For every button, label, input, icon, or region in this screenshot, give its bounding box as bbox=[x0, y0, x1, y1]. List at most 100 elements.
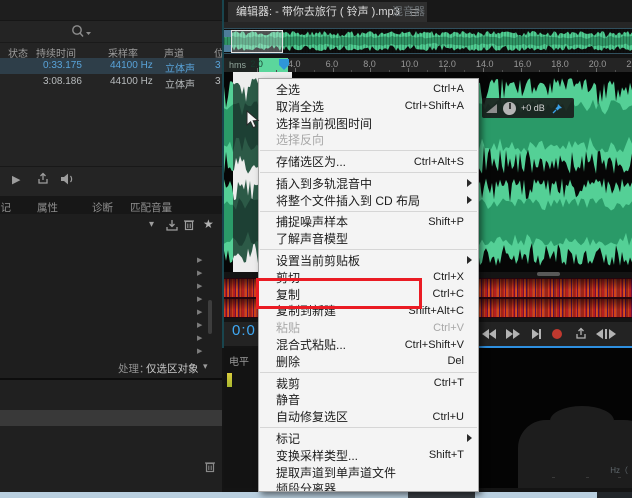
files-panel-header-strip bbox=[0, 0, 222, 21]
highlight-annotation-box bbox=[256, 278, 422, 309]
speaker-icon[interactable] bbox=[60, 172, 76, 186]
menu-item[interactable]: 将整个文件插入到 CD 布局 bbox=[259, 192, 478, 209]
tree-expand-arrow[interactable]: ▶ bbox=[197, 295, 202, 303]
menu-item[interactable]: 捕捉噪声样本 Shift+P bbox=[259, 214, 478, 231]
search-icon[interactable] bbox=[70, 24, 94, 38]
menu-item-label: 裁剪 bbox=[276, 376, 301, 391]
submenu-arrow-icon bbox=[467, 256, 472, 265]
menu-item-label: 取消全选 bbox=[276, 99, 325, 114]
scrollbar-thumb[interactable] bbox=[208, 300, 212, 334]
menu-separator bbox=[260, 371, 477, 373]
tree-expand-arrow[interactable]: ▶ bbox=[197, 334, 202, 342]
menu-item-label: 粘贴 bbox=[276, 321, 301, 336]
levels-label: 电平 bbox=[229, 357, 249, 368]
tree-expand-arrow[interactable]: ▶ bbox=[197, 282, 202, 290]
panel-divider-handle[interactable] bbox=[537, 272, 560, 276]
menu-item-label: 将整个文件插入到 CD 布局 bbox=[276, 193, 421, 208]
menu-item[interactable]: 粘贴 Ctrl+V bbox=[259, 319, 478, 336]
taskbar-window-button[interactable] bbox=[408, 492, 475, 498]
mouse-cursor bbox=[246, 110, 260, 130]
menu-item[interactable]: 全选 Ctrl+A bbox=[259, 81, 478, 98]
process-caret-icon[interactable]: ▾ bbox=[203, 361, 208, 372]
analysis-panel: Hz（ bbox=[478, 348, 632, 488]
star-icon[interactable]: ★ bbox=[203, 217, 214, 231]
menu-item[interactable]: 选择当前视图时间 bbox=[259, 115, 478, 132]
menu-item[interactable]: 存储选区为... Ctrl+Alt+S bbox=[259, 153, 478, 170]
overview-left-handle-top[interactable] bbox=[224, 30, 231, 37]
panel-tab-4[interactable]: 匹配音量 bbox=[130, 200, 172, 214]
process-value-dropdown[interactable]: 仅选区对象 bbox=[146, 361, 199, 376]
play-button[interactable]: ▶ bbox=[12, 173, 20, 186]
menu-item-label: 提取声道到单声道文件 bbox=[276, 465, 397, 480]
export-button[interactable] bbox=[574, 327, 588, 341]
pin-icon[interactable] bbox=[552, 103, 563, 114]
record-button[interactable] bbox=[552, 327, 562, 341]
file-cell: 44100 Hz bbox=[110, 76, 153, 87]
file-cell: 立体声 bbox=[165, 80, 195, 91]
file-row[interactable]: 3:08.186 44100 Hz 立体声 3 bbox=[0, 74, 222, 91]
menu-item[interactable]: 混合式粘贴... Ctrl+Shift+V bbox=[259, 336, 478, 353]
menu-item[interactable]: 插入到多轨混音中 bbox=[259, 175, 478, 192]
rewind-button[interactable] bbox=[482, 327, 496, 341]
file-cell: 44100 Hz bbox=[110, 60, 153, 71]
menu-shortcut: Shift+T bbox=[428, 449, 464, 462]
submenu-arrow-icon bbox=[467, 434, 472, 443]
export-button[interactable] bbox=[36, 172, 50, 186]
dropdown-caret-icon[interactable]: ▾ bbox=[149, 219, 154, 230]
fast-forward-button[interactable] bbox=[506, 327, 520, 341]
tab-mixer[interactable]: 混音器 bbox=[392, 2, 425, 22]
import-icon[interactable] bbox=[165, 219, 179, 232]
menu-item[interactable]: 静音 bbox=[259, 392, 478, 409]
ruler-tick-label: 16.0 bbox=[513, 59, 532, 69]
menu-item-label: 标记 bbox=[276, 432, 301, 447]
menu-separator bbox=[260, 427, 477, 429]
panel-subtoolbar: ▾ ★ bbox=[0, 216, 222, 238]
panel-tab-3[interactable]: 诊断 bbox=[92, 200, 113, 214]
gain-knob[interactable] bbox=[503, 101, 516, 115]
menu-item[interactable]: 选择反向 bbox=[259, 131, 478, 148]
gain-hud[interactable]: +0 dB bbox=[482, 98, 574, 118]
menu-item[interactable]: 频段分离器... bbox=[259, 481, 478, 491]
waveform-overview[interactable] bbox=[224, 28, 632, 54]
menu-shortcut: Del bbox=[447, 355, 464, 368]
skip-next-button[interactable] bbox=[532, 327, 541, 341]
menu-item[interactable]: 删除 Del bbox=[259, 353, 478, 370]
file-row[interactable]: 0:33.175 44100 Hz 立体声 3 bbox=[0, 58, 222, 75]
tree-expand-arrow[interactable]: ▶ bbox=[197, 347, 202, 355]
menu-separator bbox=[260, 171, 477, 173]
spread-zoom-icon[interactable] bbox=[596, 327, 616, 341]
tree-expand-arrow[interactable]: ▶ bbox=[197, 269, 202, 277]
menu-item[interactable]: 提取声道到单声道文件 bbox=[259, 464, 478, 481]
ruler-tick-label: 10.0 bbox=[400, 59, 419, 69]
menu-item[interactable]: 自动修复选区 Ctrl+U bbox=[259, 408, 478, 425]
windows-taskbar[interactable] bbox=[0, 492, 632, 498]
selected-row[interactable] bbox=[0, 410, 222, 426]
menu-item-label: 静音 bbox=[276, 393, 301, 408]
timeline-ruler[interactable]: hms 2.0 4.0 6.0 8.0 10.0 12.0 14.0 16.0 18.0 20.0… bbox=[224, 58, 632, 72]
menu-item[interactable]: 了解声音模型 bbox=[259, 230, 478, 247]
panel-tab-1[interactable]: 标记 bbox=[0, 200, 11, 214]
panel-tab-2[interactable]: 属性 bbox=[37, 200, 58, 214]
menu-item[interactable]: 取消全选 Ctrl+Shift+A bbox=[259, 98, 478, 115]
tree-expand-arrow[interactable]: ▶ bbox=[197, 256, 202, 264]
menu-shortcut: Ctrl+Shift+A bbox=[404, 100, 464, 113]
menu-item-label: 混合式粘贴... bbox=[276, 338, 347, 353]
menu-item[interactable]: 设置当前剪贴板 bbox=[259, 252, 478, 269]
overview-texture bbox=[224, 29, 632, 53]
menu-item[interactable]: 标记 bbox=[259, 430, 478, 447]
menu-item[interactable]: 变换采样类型... Shift+T bbox=[259, 447, 478, 464]
file-cell: 3 bbox=[215, 76, 221, 87]
editor-tab-bar: 编辑器: - 带你去旅行 ( 铃声 ).mp3 混音器 bbox=[224, 0, 632, 22]
analysis-curve bbox=[550, 406, 614, 436]
trash-icon[interactable] bbox=[204, 460, 216, 473]
menu-shortcut: Ctrl+X bbox=[433, 271, 464, 284]
overview-range-box[interactable] bbox=[231, 30, 283, 53]
tree-expand-arrow[interactable]: ▶ bbox=[197, 321, 202, 329]
process-footer: 处理： 仅选区对象 ▾ bbox=[0, 356, 222, 378]
tree-expand-arrow[interactable]: ▶ bbox=[197, 308, 202, 316]
overview-left-handle-bottom[interactable] bbox=[224, 45, 231, 52]
menu-item[interactable]: 裁剪 Ctrl+T bbox=[259, 375, 478, 392]
trash-icon[interactable] bbox=[183, 218, 195, 231]
taskbar-window-button[interactable] bbox=[597, 492, 632, 498]
menu-item-label: 选择当前视图时间 bbox=[276, 116, 373, 131]
